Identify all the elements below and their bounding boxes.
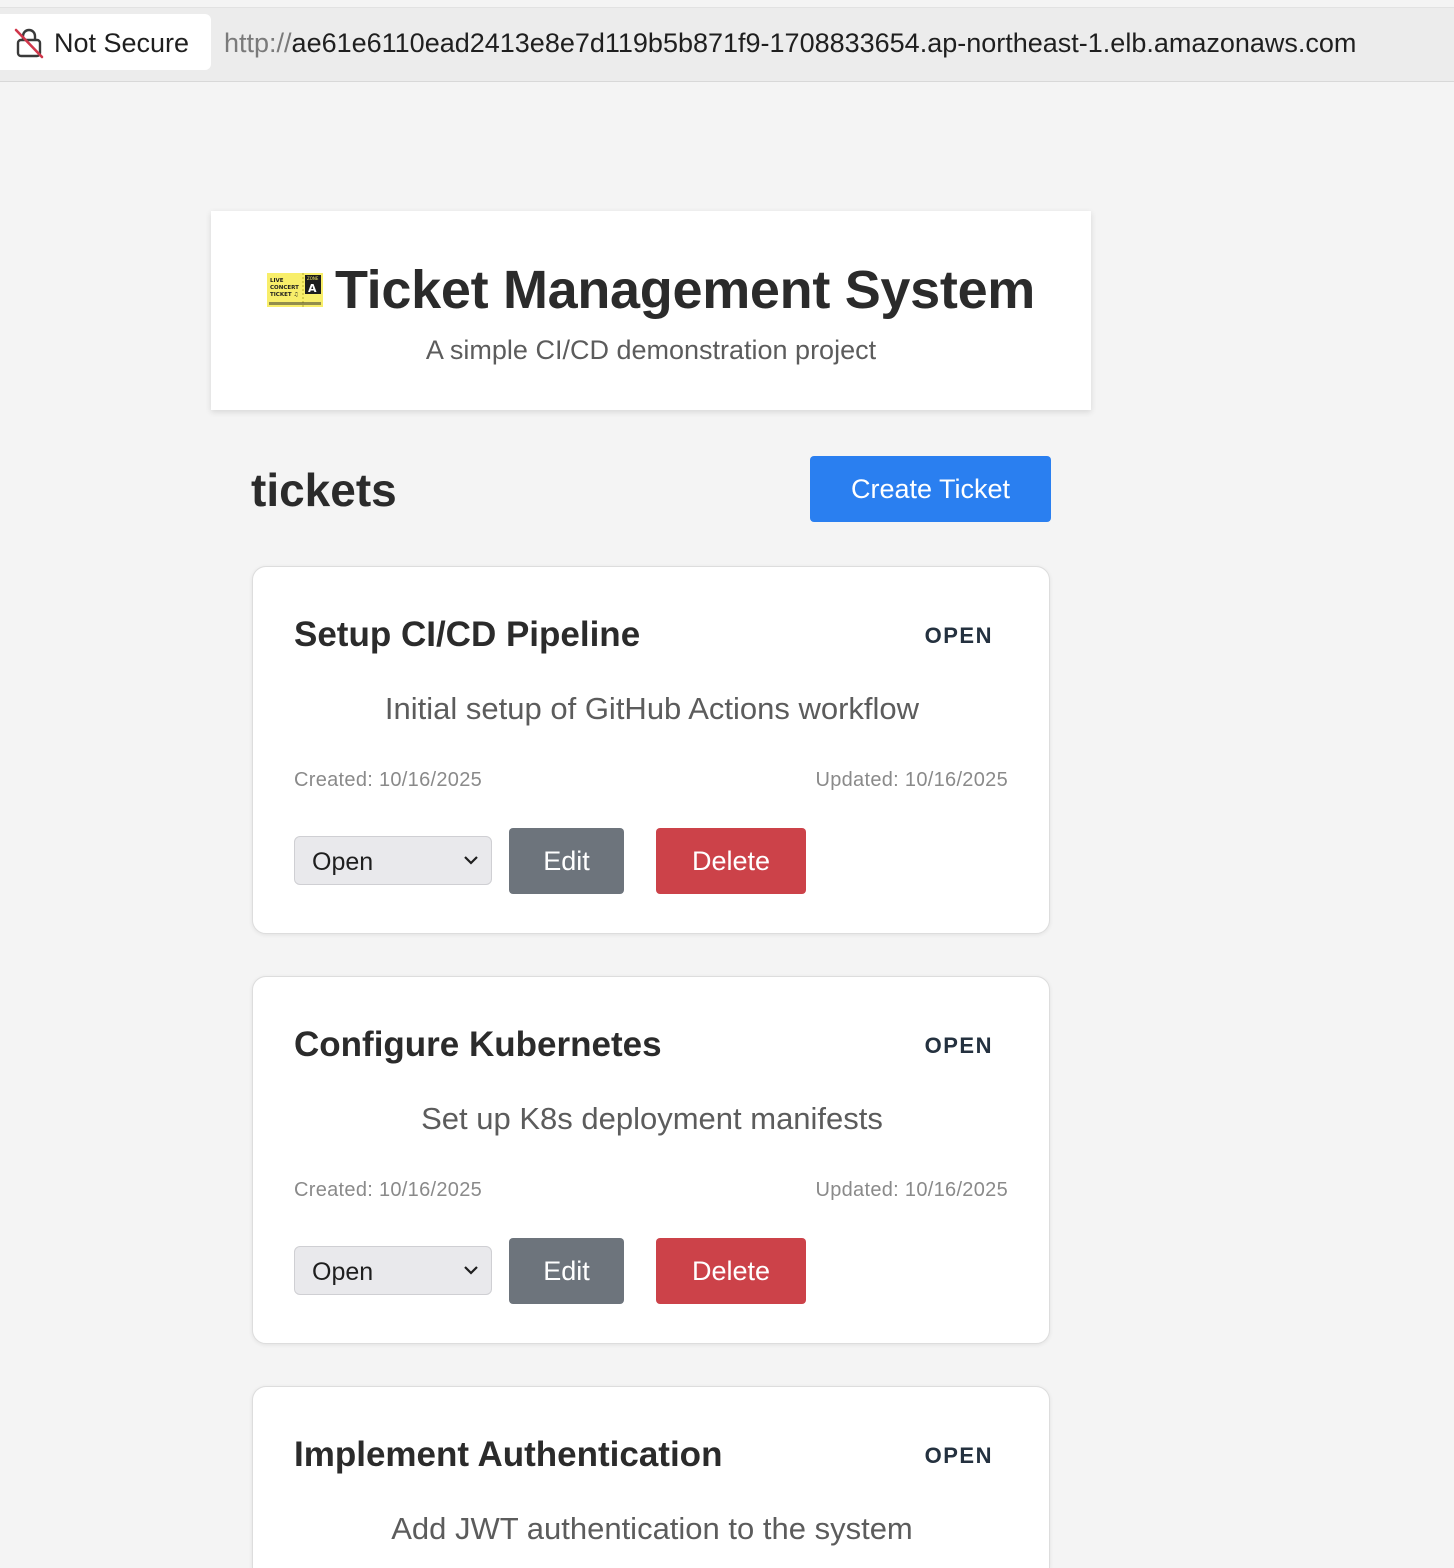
ticket-description: Set up K8s deployment manifests: [421, 1101, 883, 1136]
ticket-title: Implement Authentication: [294, 1435, 723, 1474]
status-select[interactable]: Open: [294, 1246, 492, 1295]
created-date: Created: 10/16/2025: [294, 769, 483, 791]
delete-button[interactable]: Delete: [656, 1238, 806, 1304]
updated-date: Updated: 10/16/2025: [815, 1179, 1008, 1201]
app-subtitle: A simple CI/CD demonstration project: [425, 335, 877, 365]
edit-button[interactable]: Edit: [509, 828, 624, 894]
chevron-down-icon: [464, 1266, 478, 1275]
edit-button[interactable]: Edit: [509, 1238, 624, 1304]
ticket-icon-line-3: TICKET ♫: [270, 292, 298, 298]
status-badge: OPEN: [924, 1033, 993, 1058]
ticket-icon-zone: ZONE: [307, 276, 319, 281]
ticket-description: Initial setup of GitHub Actions workflow: [384, 691, 920, 726]
app-title: Ticket Management System: [334, 260, 1036, 320]
status-badge: OPEN: [924, 623, 993, 648]
ticket-card: Implement Authentication OPEN Add JWT au…: [252, 1386, 1050, 1568]
ticket-description: Add JWT authentication to the system: [391, 1511, 913, 1546]
ticket-title: Configure Kubernetes: [294, 1025, 662, 1064]
security-indicator[interactable]: Not Secure: [0, 14, 211, 70]
status-select-value: Open: [312, 848, 374, 876]
created-date: Created: 10/16/2025: [294, 1179, 483, 1201]
url-scheme: http://: [224, 28, 292, 58]
delete-button[interactable]: Delete: [656, 828, 806, 894]
browser-top-strip: [0, 0, 1454, 8]
chevron-down-icon: [464, 856, 478, 865]
section-title: tickets: [251, 464, 397, 516]
status-select[interactable]: Open: [294, 836, 492, 885]
lock-slash-icon: [14, 28, 44, 59]
ticket-icon-line-1: LIVE: [270, 278, 284, 284]
url-text[interactable]: http://ae61e6110ead2413e8e7d119b5b871f9-…: [224, 28, 1356, 59]
ticket-icon-line-2: CONCERT: [270, 285, 299, 291]
status-select-value: Open: [312, 1258, 374, 1286]
ticket-card: Setup CI/CD Pipeline OPEN Initial setup …: [252, 566, 1050, 934]
create-ticket-button[interactable]: Create Ticket: [810, 456, 1051, 522]
updated-date: Updated: 10/16/2025: [815, 769, 1008, 791]
security-label: Not Secure: [54, 28, 190, 58]
address-bar[interactable]: Not Secure http://ae61e6110ead2413e8e7d1…: [0, 8, 1454, 82]
url-host: ae61e6110ead2413e8e7d119b5b871f9-1708833…: [291, 28, 1357, 58]
ticket-icon: LIVE CONCERT TICKET ♫ ZONE A: [266, 273, 323, 307]
ticket-title: Setup CI/CD Pipeline: [294, 615, 641, 654]
header-card: LIVE CONCERT TICKET ♫ ZONE A Ticket Mana…: [211, 211, 1091, 410]
status-badge: OPEN: [924, 1443, 993, 1468]
ticket-icon-zone-letter: A: [308, 282, 317, 295]
title-row: LIVE CONCERT TICKET ♫ ZONE A Ticket Mana…: [211, 259, 1091, 321]
ticket-card: Configure Kubernetes OPEN Set up K8s dep…: [252, 976, 1050, 1344]
